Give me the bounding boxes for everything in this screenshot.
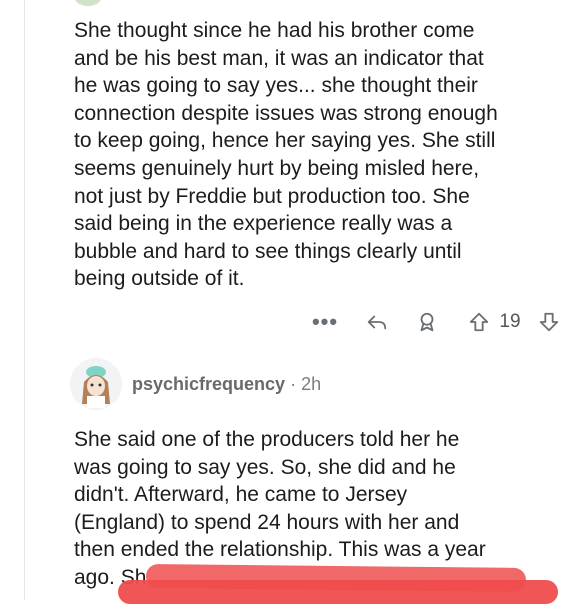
comment-meta: psychicfrequency · 2h — [132, 374, 321, 395]
comment-body: She thought since he had his brother com… — [74, 19, 498, 291]
meta-separator: · — [290, 374, 297, 394]
comment-time: 2h — [301, 374, 322, 394]
redaction-mark — [118, 580, 558, 604]
downvote-icon[interactable] — [536, 306, 562, 338]
username[interactable]: psychicfrequency — [132, 374, 285, 394]
more-options-icon[interactable]: ••• — [312, 306, 338, 338]
previous-avatar-peek — [74, 0, 102, 6]
comment-action-bar: ••• 19 — [0, 306, 588, 338]
avatar[interactable] — [70, 358, 122, 410]
upvote-icon[interactable] — [466, 306, 492, 338]
thread-line — [24, 0, 25, 600]
award-icon[interactable] — [414, 306, 440, 338]
reply-icon[interactable] — [364, 306, 390, 338]
vote-count: 19 — [499, 311, 521, 332]
